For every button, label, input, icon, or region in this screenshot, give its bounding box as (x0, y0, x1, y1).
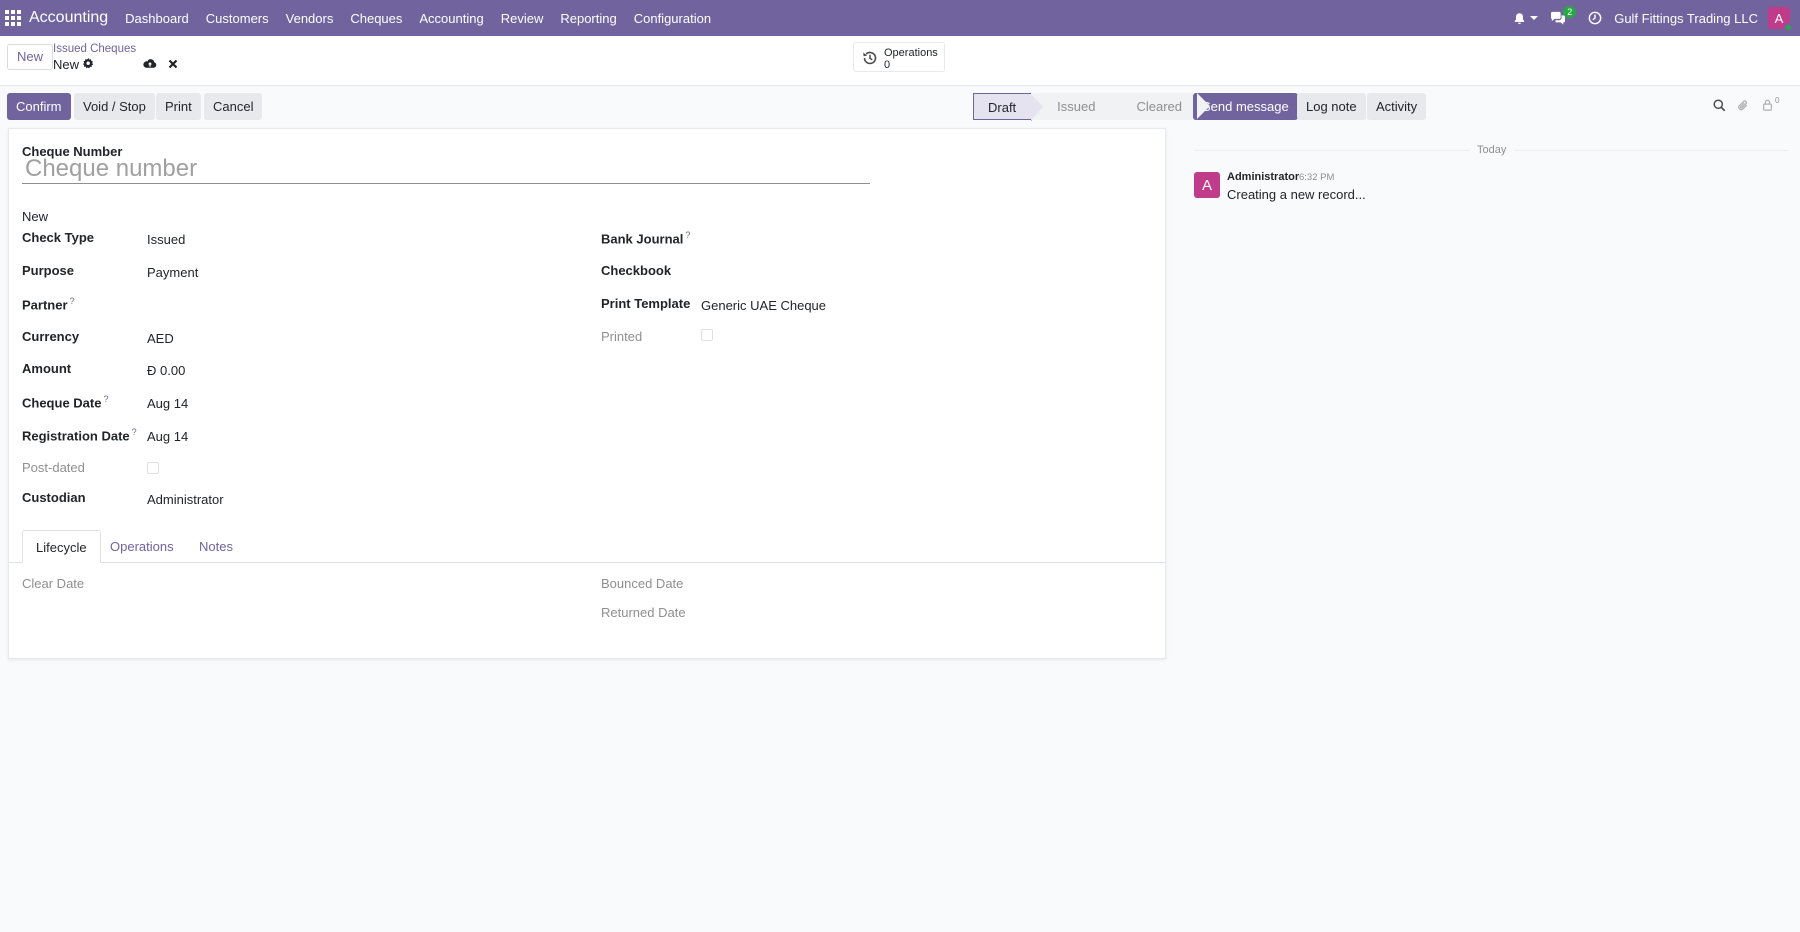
paperclip-icon[interactable] (1737, 99, 1750, 115)
field-label-custodian: Custodian (22, 490, 86, 505)
record-state-text: New (22, 209, 49, 224)
followers-count: 0 (1775, 96, 1780, 105)
form-notebook-tabs: Lifecycle Operations Notes (9, 530, 1165, 563)
new-record-button[interactable]: New (7, 44, 54, 70)
field-value-custodian[interactable]: Administrator (147, 492, 224, 507)
cloud-upload-icon[interactable] (143, 57, 157, 72)
field-value-print-template[interactable]: Generic UAE Cheque (701, 298, 826, 313)
field-label-registration-date: Registration Date (22, 428, 130, 444)
gear-icon[interactable] (82, 57, 94, 72)
tab-lifecycle[interactable]: Lifecycle (22, 530, 101, 563)
menu-customers[interactable]: Customers (206, 11, 269, 26)
field-label-cheque-date: Cheque Date (22, 395, 102, 411)
field-label-print-template: Print Template (601, 296, 691, 311)
field-label-returned-date: Returned Date (601, 605, 686, 620)
menu-vendors[interactable]: Vendors (286, 11, 334, 26)
smart-button-count: 0 (884, 59, 891, 71)
cheque-date-help-icon[interactable]: ? (103, 394, 108, 404)
caret-down-icon[interactable] (1530, 14, 1539, 22)
field-label-checkbook: Checkbook (601, 263, 672, 278)
status-bar: Draft Issued Cleared (973, 93, 1210, 121)
bell-icon[interactable] (1513, 12, 1526, 25)
stage-draft[interactable]: Draft (973, 93, 1045, 121)
field-label-bank-journal-wrap: Bank Journal? (601, 230, 690, 246)
field-label-clear-date: Clear Date (22, 576, 85, 591)
breadcrumb-parent[interactable]: Issued Cheques (53, 43, 136, 55)
form-sheet: Cheque Number New Check Type Issued Purp… (8, 128, 1166, 659)
field-value-bank-journal[interactable] (701, 230, 1151, 248)
message-author[interactable]: Administrator (1227, 171, 1299, 183)
partner-help-icon[interactable]: ? (70, 296, 75, 306)
user-avatar-initial: A (1774, 10, 1784, 26)
search-icon[interactable] (1713, 99, 1726, 115)
field-label-bank-journal: Bank Journal (601, 231, 684, 247)
top-navbar: Accounting Dashboard Customers Vendors C… (0, 0, 1800, 36)
message-body: Creating a new record... (1227, 187, 1366, 202)
field-value-check-type[interactable]: Issued (147, 232, 185, 247)
menu-cheques[interactable]: Cheques (350, 11, 402, 26)
follower-lock-icon[interactable] (1762, 99, 1773, 114)
message-avatar-initial: A (1201, 176, 1212, 194)
user-avatar[interactable]: A (1768, 7, 1793, 32)
void-stop-button[interactable]: Void / Stop (74, 93, 155, 120)
history-icon (862, 50, 878, 69)
field-label-cheque-date-wrap: Cheque Date? (22, 394, 108, 410)
field-label-partner-wrap: Partner? (22, 296, 75, 312)
app-brand[interactable]: Accounting (29, 9, 108, 27)
field-label-currency: Currency (22, 329, 80, 344)
menu-accounting[interactable]: Accounting (419, 11, 483, 26)
field-label-post-dated: Post-dated (22, 460, 85, 475)
stage-draft-label: Draft (988, 100, 1017, 115)
menu-configuration[interactable]: Configuration (634, 11, 711, 26)
messages-badge: 2 (1563, 6, 1577, 18)
discard-x-icon[interactable] (168, 57, 178, 72)
menu-dashboard[interactable]: Dashboard (125, 11, 189, 26)
confirm-button[interactable]: Confirm (7, 93, 71, 120)
field-value-checkbook[interactable] (701, 263, 1151, 281)
printed-checkbox[interactable] (701, 329, 713, 341)
log-note-button[interactable]: Log note (1297, 93, 1366, 120)
print-button[interactable]: Print (156, 93, 201, 120)
messages-icon[interactable]: 2 (1550, 6, 1577, 25)
cheque-number-input[interactable] (22, 154, 870, 184)
field-label-purpose: Purpose (22, 263, 75, 278)
stage-cleared-label: Cleared (1136, 99, 1183, 114)
navbar-systray: 2 Gulf Fittings Trading LLC A (1513, 0, 1800, 36)
field-value-purpose[interactable]: Payment (147, 265, 198, 280)
post-dated-checkbox[interactable] (147, 462, 159, 474)
field-value-cheque-date[interactable]: Aug 14 (147, 396, 188, 411)
online-status-dot (1784, 23, 1793, 32)
field-value-amount[interactable]: Đ 0.00 (147, 363, 185, 378)
field-label-printed: Printed (601, 329, 643, 344)
registration-date-help-icon[interactable]: ? (132, 427, 137, 437)
stage-issued-label: Issued (1057, 99, 1096, 114)
field-label-check-type: Check Type (22, 230, 95, 245)
field-value-partner[interactable] (147, 296, 577, 314)
menu-reporting[interactable]: Reporting (560, 11, 616, 26)
tab-notes[interactable]: Notes (186, 530, 246, 563)
bank-journal-help-icon[interactable]: ? (685, 230, 690, 240)
operations-smart-button[interactable]: Operations 0 (853, 42, 945, 72)
field-value-currency[interactable]: AED (147, 331, 174, 346)
menu-review[interactable]: Review (501, 11, 544, 26)
field-label-bounced-date: Bounced Date (601, 576, 684, 591)
message-time: 6:32 PM (1299, 172, 1335, 183)
clock-icon[interactable] (1588, 11, 1602, 25)
field-label-registration-date-wrap: Registration Date? (22, 427, 137, 443)
activity-button[interactable]: Activity (1367, 93, 1427, 120)
cancel-button[interactable]: Cancel (204, 93, 263, 120)
breadcrumb-current: New (53, 57, 80, 72)
smart-button-label: Operations (884, 47, 938, 59)
apps-grid-icon[interactable] (5, 10, 21, 26)
company-switcher[interactable]: Gulf Fittings Trading LLC (1614, 11, 1758, 26)
today-label: Today (1469, 144, 1515, 156)
message-avatar[interactable]: A (1194, 172, 1220, 198)
control-panel: New Issued Cheques New Operations 0 (0, 36, 1800, 86)
field-label-partner: Partner (22, 297, 68, 313)
field-label-amount: Amount (22, 361, 72, 376)
tab-operations[interactable]: Operations (97, 530, 187, 563)
field-value-registration-date[interactable]: Aug 14 (147, 429, 188, 444)
